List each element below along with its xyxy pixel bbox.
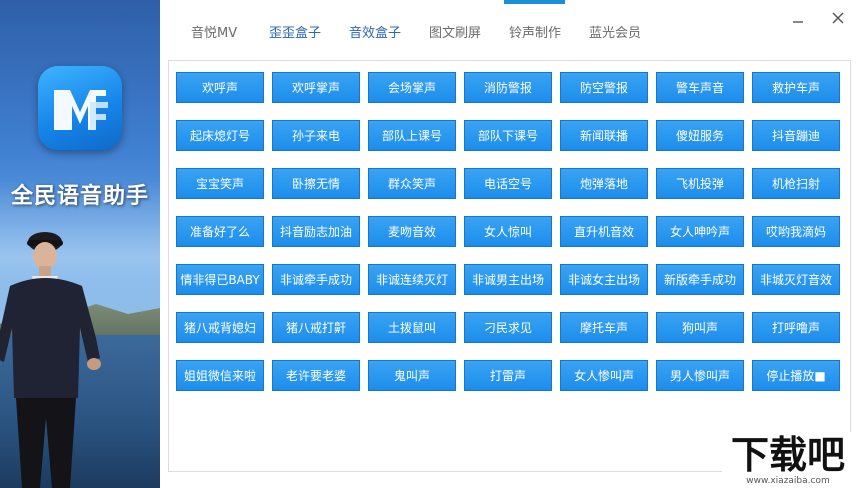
sound-button[interactable]: 欢呼声 [176, 72, 264, 103]
sound-button[interactable]: 哎哟我滴妈 [752, 216, 840, 247]
tab-image-flood[interactable]: 图文刷屏 [429, 22, 481, 41]
sound-button[interactable]: 消防警报 [464, 72, 552, 103]
sound-button[interactable]: 非诚牵手成功 [272, 264, 360, 295]
sound-button[interactable]: 土拨鼠叫 [368, 312, 456, 343]
close-button[interactable] [828, 8, 848, 28]
sound-button[interactable]: 刁民求见 [464, 312, 552, 343]
sound-button[interactable]: 抖音蹦迪 [752, 120, 840, 151]
sound-button[interactable]: 孙子来电 [272, 120, 360, 151]
tab-yy-box[interactable]: 歪歪盒子 [269, 22, 321, 41]
sound-button[interactable]: 会场掌声 [368, 72, 456, 103]
person-photo [0, 232, 101, 488]
minimize-icon [793, 21, 803, 23]
sound-button[interactable]: 新版牵手成功 [656, 264, 744, 295]
sound-button[interactable]: 女人呻吟声 [656, 216, 744, 247]
sound-button[interactable]: 电话空号 [464, 168, 552, 199]
sound-button[interactable]: 猪八戒背媳妇 [176, 312, 264, 343]
sound-button[interactable]: 救护车声 [752, 72, 840, 103]
sound-button[interactable]: 停止播放■ [752, 360, 840, 391]
sound-button[interactable]: 宝宝笑声 [176, 168, 264, 199]
tab-music-mv[interactable]: 音悦MV [191, 22, 237, 41]
sound-button[interactable]: 卧擦无情 [272, 168, 360, 199]
sound-button[interactable]: 抖音励志加油 [272, 216, 360, 247]
sound-button[interactable]: 机枪扫射 [752, 168, 840, 199]
sound-button[interactable]: 傻妞服务 [656, 120, 744, 151]
sound-button[interactable]: 女人惊叫 [464, 216, 552, 247]
sound-button[interactable]: 直升机音效 [560, 216, 648, 247]
tab-ringtone[interactable]: 铃声制作 [509, 22, 561, 41]
sound-button[interactable]: 准备好了么 [176, 216, 264, 247]
sound-button[interactable]: 部队下课号 [464, 120, 552, 151]
svg-text:下载吧: 下载吧 [731, 433, 845, 476]
watermark-url: www.xiazaiba.com [746, 476, 830, 486]
tab-sound-box[interactable]: 音效盒子 [349, 22, 401, 41]
promo-banner: 全民语音助手 [0, 0, 160, 488]
sound-button[interactable]: 非诚连续灭灯 [368, 264, 456, 295]
sound-button[interactable]: 姐姐微信来啦 [176, 360, 264, 391]
sound-button[interactable]: 非诚男主出场 [464, 264, 552, 295]
active-tab-indicator [504, 0, 565, 4]
watermark: 下载吧 www.xiazaiba.com [722, 432, 854, 488]
sound-button[interactable]: 欢呼掌声 [272, 72, 360, 103]
minimize-button[interactable] [788, 8, 808, 28]
sound-button[interactable]: 鬼叫声 [368, 360, 456, 391]
sound-button[interactable]: 老许要老婆 [272, 360, 360, 391]
close-icon [832, 12, 844, 24]
sound-button[interactable]: 新闻联播 [560, 120, 648, 151]
tab-bar: 音悦MV 歪歪盒子 音效盒子 图文刷屏 铃声制作 蓝光会员 [160, 0, 856, 62]
sound-button[interactable]: 部队上课号 [368, 120, 456, 151]
sound-button[interactable]: 群众笑声 [368, 168, 456, 199]
sound-button[interactable]: 打呼噜声 [752, 312, 840, 343]
app-logo-icon [38, 66, 122, 150]
sound-button[interactable]: 打雷声 [464, 360, 552, 391]
sound-button[interactable]: 情非得已BABY [176, 264, 264, 295]
sound-button[interactable]: 防空警报 [560, 72, 648, 103]
sound-button[interactable]: 起床熄灯号 [176, 120, 264, 151]
sound-button[interactable]: 男人惨叫声 [656, 360, 744, 391]
sound-panel: 欢呼声 欢呼掌声 会场掌声 消防警报 防空警报 警车声音 救护车声起床熄灯号 孙子来电 部队上课… [168, 60, 851, 472]
tab-vip[interactable]: 蓝光会员 [589, 22, 641, 41]
app-window: 全民语音助手 音悦MV 歪歪盒子 音效盒子 图文刷屏 铃声制作 蓝光会员 欢呼声… [0, 0, 856, 488]
sound-button[interactable]: 猪八戒打鼾 [272, 312, 360, 343]
sound-button[interactable]: 警车声音 [656, 72, 744, 103]
sound-button-grid: 欢呼声 欢呼掌声 会场掌声 消防警报 防空警报 警车声音 救护车声起床熄灯号 孙子来电 部队上课… [176, 72, 840, 391]
sound-button[interactable]: 麦吻音效 [368, 216, 456, 247]
sound-button[interactable]: 飞机投弹 [656, 168, 744, 199]
sound-button[interactable]: 摩托车声 [560, 312, 648, 343]
sound-button[interactable]: 非诚女主出场 [560, 264, 648, 295]
sound-button[interactable]: 狗叫声 [656, 312, 744, 343]
watermark-logo: 下载吧 [722, 432, 854, 476]
app-name: 全民语音助手 [10, 184, 149, 209]
sound-button[interactable]: 女人惨叫声 [560, 360, 648, 391]
sound-button[interactable]: 炮弹落地 [560, 168, 648, 199]
sound-button[interactable]: 非城灭灯音效 [752, 264, 840, 295]
